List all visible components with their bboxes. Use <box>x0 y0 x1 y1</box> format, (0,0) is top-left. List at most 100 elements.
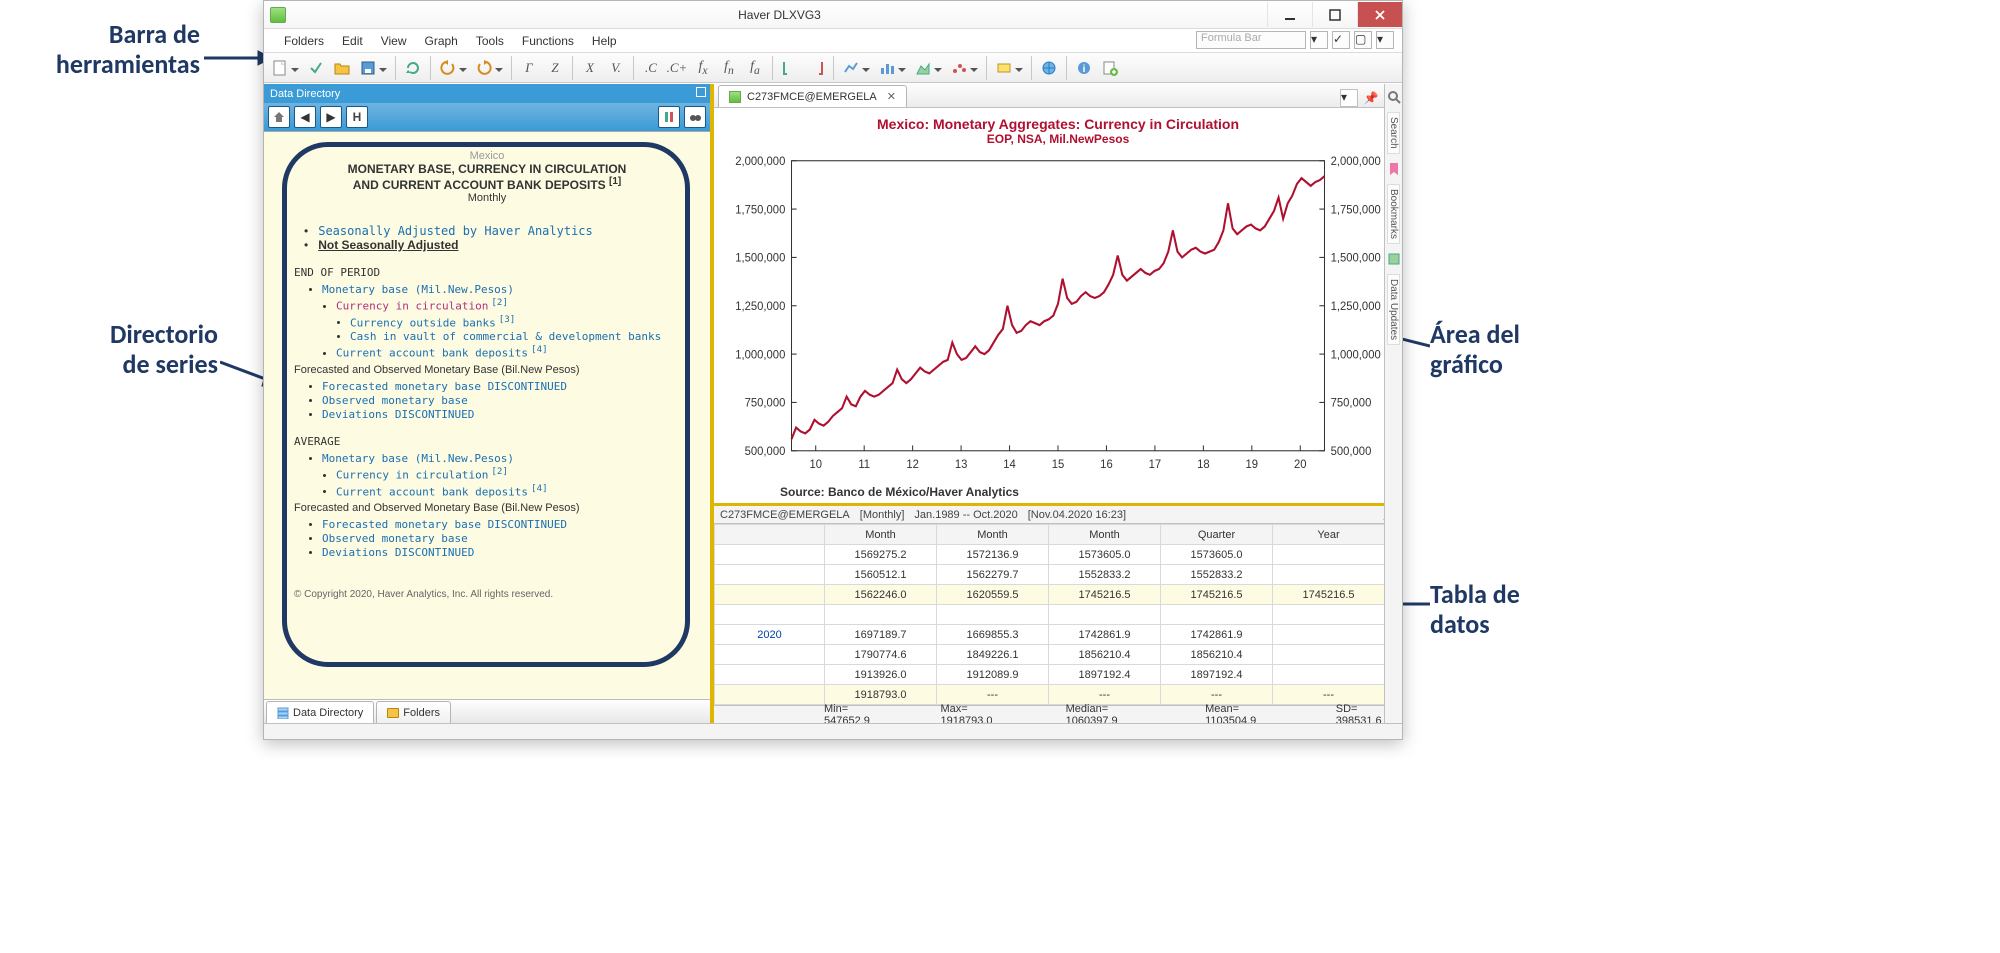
tb-fa-button[interactable]: fa <box>743 56 767 80</box>
menu-graph[interactable]: Graph <box>417 30 466 52</box>
tb-check-button[interactable] <box>304 56 328 80</box>
tab-data-directory[interactable]: Data Directory <box>266 701 374 723</box>
svg-text:10: 10 <box>809 459 822 471</box>
tb-save-button[interactable] <box>356 56 380 80</box>
svg-text:1,500,000: 1,500,000 <box>735 253 785 265</box>
menu-view[interactable]: View <box>373 30 415 52</box>
tb-barchart-button[interactable] <box>875 56 899 80</box>
tb-areachart-button[interactable] <box>911 56 935 80</box>
undo-icon <box>440 60 456 76</box>
tb-level-button[interactable]: Γ <box>517 56 541 80</box>
tab-list-dropdown[interactable]: ▾ <box>1340 89 1358 107</box>
chart-area: Mexico: Monetary Aggregates: Currency in… <box>714 108 1402 503</box>
menu-edit[interactable]: Edit <box>334 30 371 52</box>
bar-chart-icon <box>879 60 895 76</box>
tb-redo-button[interactable] <box>472 56 496 80</box>
tb-rightaxis-button[interactable] <box>804 56 828 80</box>
tab-pin-icon[interactable]: 📌 <box>1362 89 1380 107</box>
tb-v-button[interactable]: V. <box>604 56 628 80</box>
callout-directory: Directoriode series <box>58 320 218 380</box>
link-cab-eop[interactable]: Current account bank deposits <box>336 347 528 360</box>
formula-dropdown-button[interactable]: ▾ <box>1310 31 1328 49</box>
menu-help[interactable]: Help <box>584 30 625 52</box>
doc-tab-series[interactable]: C273FMCE@EMERGELA ✕ <box>718 85 907 107</box>
tb-refresh-button[interactable] <box>401 56 425 80</box>
callout-chart: Área delgráfico <box>1430 320 1600 380</box>
link-dev-1[interactable]: Deviations DISCONTINUED <box>322 408 474 421</box>
rail-bookmarks[interactable]: Bookmarks <box>1387 184 1400 244</box>
tb-addpage-button[interactable] <box>1098 56 1122 80</box>
axis-left-icon <box>782 60 798 76</box>
chart-doc-icon <box>729 91 741 103</box>
tb-c-button[interactable]: .C <box>639 56 663 80</box>
dir-find-button[interactable] <box>684 106 706 128</box>
rail-search[interactable]: Search <box>1387 112 1400 154</box>
tb-highlight-button[interactable] <box>992 56 1016 80</box>
svg-text:750,000: 750,000 <box>745 398 786 410</box>
data-table[interactable]: MonthMonthMonthQuarterYear1569275.215721… <box>714 524 1385 705</box>
formula-bar[interactable]: Formula Bar <box>1196 31 1306 49</box>
svg-text:2,000,000: 2,000,000 <box>1331 156 1381 168</box>
tb-linechart-button[interactable] <box>839 56 863 80</box>
tb-cplus-button[interactable]: .C+ <box>665 56 689 80</box>
th-range: Jan.1989 -- Oct.2020 <box>914 509 1017 521</box>
tb-undo-button[interactable] <box>436 56 460 80</box>
line-chart[interactable]: 500,000500,000750,000750,0001,000,0001,0… <box>730 150 1386 483</box>
link-civ[interactable]: Cash in vault of commercial & developmen… <box>350 330 661 343</box>
dir-home-button[interactable] <box>268 106 290 128</box>
link-fmb-2[interactable]: Forecasted monetary base DISCONTINUED <box>322 518 567 531</box>
formula-window-button[interactable]: ▢ <box>1354 31 1372 49</box>
link-cic-eop[interactable]: Currency in circulation <box>336 300 488 313</box>
bottom-tabs: Data Directory Folders <box>264 699 710 723</box>
dir-back-button[interactable]: ◀ <box>294 106 316 128</box>
bookmark-rail-icon[interactable] <box>1387 162 1401 176</box>
menu-folders[interactable]: Folders <box>276 30 332 52</box>
dir-haver-button[interactable]: H <box>346 106 368 128</box>
titlebar: Haver DLXVG3 <box>264 1 1402 29</box>
link-cob[interactable]: Currency outside banks <box>350 316 496 329</box>
pin-icon[interactable] <box>696 87 706 97</box>
tb-z-button[interactable]: Z <box>543 56 567 80</box>
menu-tools[interactable]: Tools <box>468 30 512 52</box>
tb-new-button[interactable] <box>268 56 292 80</box>
link-sa[interactable]: Seasonally Adjusted by Haver Analytics <box>318 224 593 238</box>
link-mb-avg[interactable]: Monetary base (Mil.New.Pesos) <box>322 452 514 465</box>
close-button[interactable] <box>1357 2 1402 27</box>
link-mb-eop[interactable]: Monetary base (Mil.New.Pesos) <box>322 283 514 296</box>
tb-fx-button[interactable]: fx <box>691 56 715 80</box>
maximize-button[interactable] <box>1312 2 1357 27</box>
minimize-button[interactable] <box>1267 2 1312 27</box>
home-icon <box>273 111 285 123</box>
formula-check-button[interactable]: ✓ <box>1332 31 1350 49</box>
data-directory-header: Data Directory <box>264 84 710 103</box>
tb-open-button[interactable] <box>330 56 354 80</box>
menu-functions[interactable]: Functions <box>514 30 582 52</box>
search-rail-icon[interactable] <box>1387 90 1401 104</box>
svg-text:15: 15 <box>1052 459 1065 471</box>
tb-scatterchart-button[interactable] <box>947 56 971 80</box>
tb-leftaxis-button[interactable] <box>778 56 802 80</box>
link-omb-2[interactable]: Observed monetary base <box>322 532 468 545</box>
link-fmb-1[interactable]: Forecasted monetary base DISCONTINUED <box>322 380 567 393</box>
tb-globe-button[interactable] <box>1037 56 1061 80</box>
link-cic-avg[interactable]: Currency in circulation <box>336 469 488 482</box>
tab-folders[interactable]: Folders <box>376 701 451 723</box>
updates-rail-icon[interactable] <box>1387 252 1401 266</box>
link-dev-2[interactable]: Deviations DISCONTINUED <box>322 546 474 559</box>
tb-info-button[interactable]: i <box>1072 56 1096 80</box>
tb-fn-button[interactable]: fn <box>717 56 741 80</box>
svg-text:16: 16 <box>1100 459 1113 471</box>
formula-more-button[interactable]: ▾ <box>1376 31 1394 49</box>
dir-forward-button[interactable]: ▶ <box>320 106 342 128</box>
svg-text:18: 18 <box>1197 459 1210 471</box>
folder-icon <box>387 708 399 718</box>
tb-x-button[interactable]: X <box>578 56 602 80</box>
link-cab-avg[interactable]: Current account bank deposits <box>336 485 528 498</box>
tab-close-icon[interactable]: ✕ <box>883 90 896 103</box>
dir-filter-button[interactable] <box>658 106 680 128</box>
link-nsa[interactable]: Not Seasonally Adjusted <box>318 238 458 252</box>
link-omb-1[interactable]: Observed monetary base <box>322 394 468 407</box>
th-freq: [Monthly] <box>860 509 905 521</box>
rail-data-updates[interactable]: Data Updates <box>1387 274 1400 345</box>
th-series: C273FMCE@EMERGELA <box>720 509 850 521</box>
